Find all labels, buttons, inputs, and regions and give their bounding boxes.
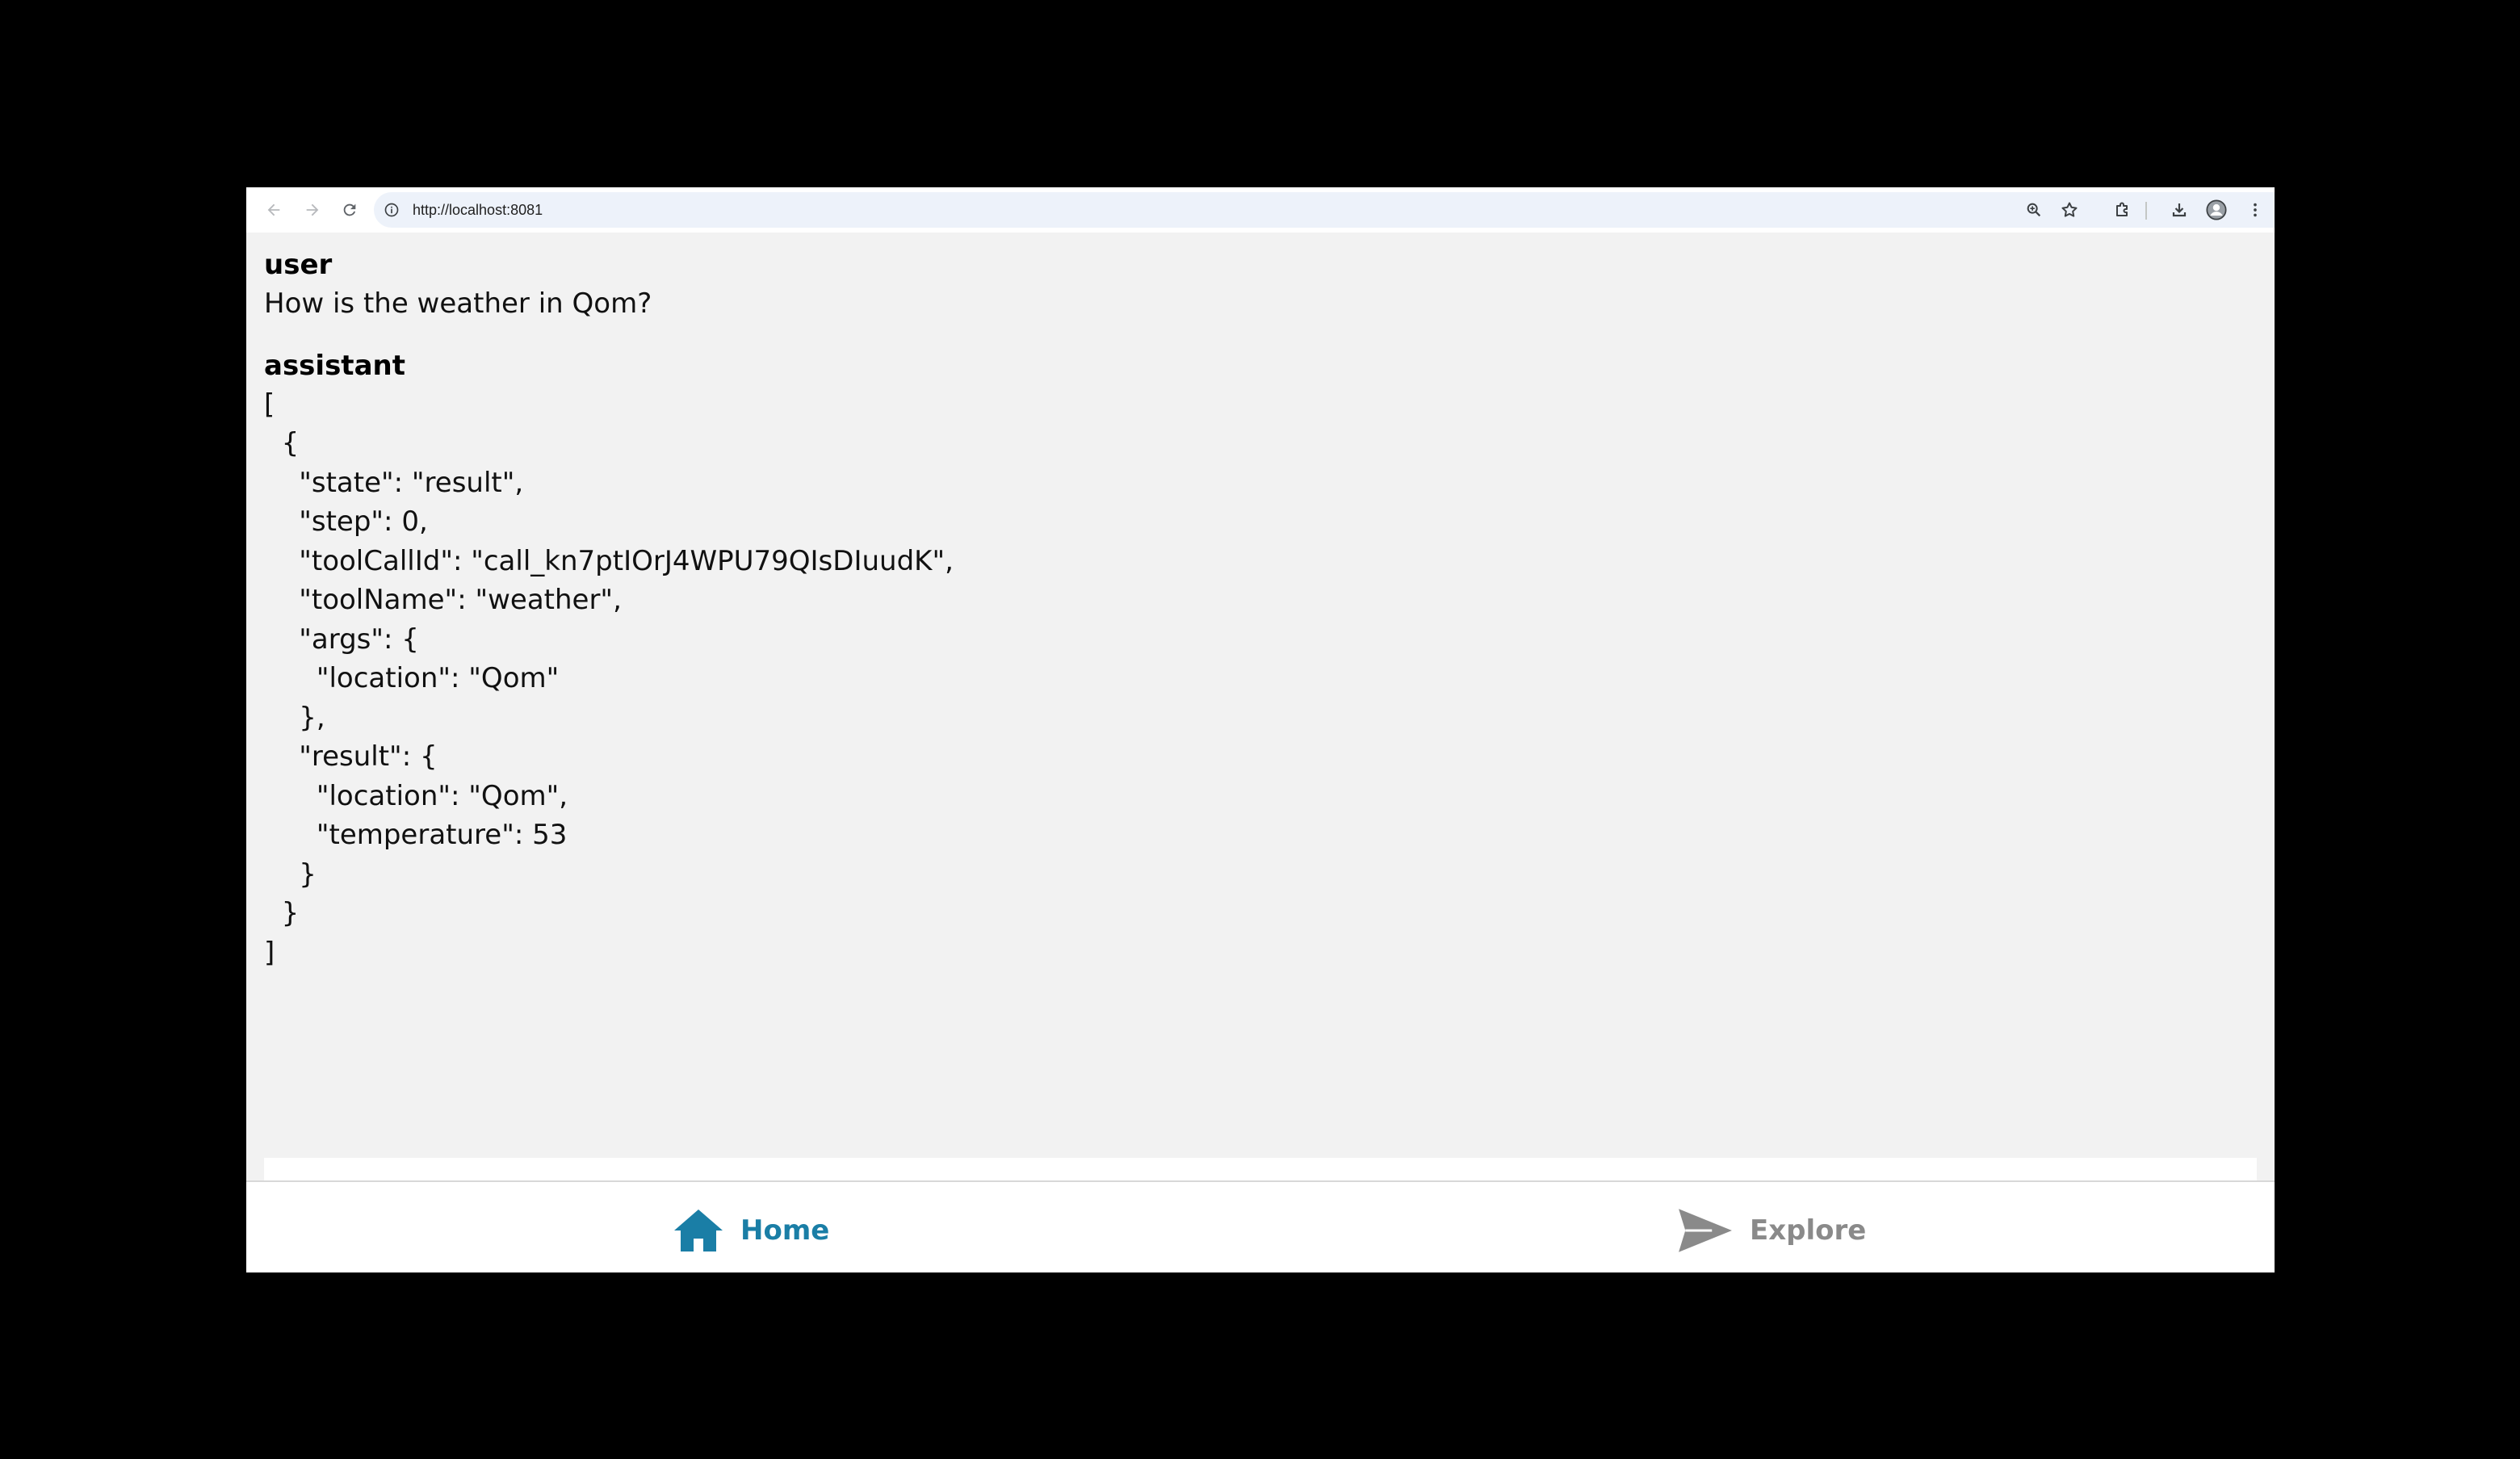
send-icon (1679, 1209, 1732, 1252)
zoom-button[interactable] (2019, 195, 2048, 224)
tab-home[interactable]: Home (673, 1206, 829, 1255)
chat-transcript: user How is the weather in Qom? assistan… (264, 245, 2258, 995)
downloads-button[interactable] (2165, 195, 2194, 224)
avatar-icon (2206, 199, 2227, 220)
toolbar-divider (2145, 202, 2147, 220)
message-role: user (264, 249, 333, 281)
browser-menu-button[interactable] (2241, 195, 2270, 224)
arrow-right-icon (306, 203, 319, 216)
profile-button[interactable] (2202, 195, 2231, 224)
message-content: [ { "state": "result", "step": 0, "toolC… (264, 388, 954, 969)
tab-explore[interactable]: Explore (1677, 1206, 1866, 1255)
chat-input[interactable] (264, 1158, 2257, 1182)
tab-label: Explore (1750, 1214, 1867, 1247)
star-icon (2061, 202, 2078, 217)
puzzle-icon (2116, 202, 2128, 216)
message-content: How is the weather in Qom? (264, 287, 652, 320)
url-text[interactable]: http://localhost:8081 (413, 198, 543, 222)
info-icon (384, 203, 399, 217)
arrow-left-icon (267, 203, 280, 216)
kebab-menu-icon (2254, 203, 2257, 217)
forward-button[interactable] (296, 194, 329, 226)
message-role: assistant (264, 349, 405, 382)
browser-window: http://localhost:8081 user How is the we… (246, 187, 2275, 1272)
extensions-button[interactable] (2108, 195, 2137, 224)
home-icon (674, 1210, 723, 1251)
browser-toolbar: http://localhost:8081 (246, 187, 2275, 233)
address-bar[interactable] (374, 192, 2275, 228)
message-assistant: assistant [ { "state": "result", "step":… (264, 346, 2258, 973)
tab-label: Home (740, 1214, 830, 1247)
download-icon (2172, 203, 2187, 217)
message-user: user How is the weather in Qom? (264, 245, 2258, 324)
site-info-button[interactable] (380, 199, 403, 221)
bookmark-button[interactable] (2055, 195, 2084, 224)
reload-button[interactable] (333, 194, 366, 226)
zoom-icon (2027, 203, 2041, 217)
back-button[interactable] (258, 194, 290, 226)
reload-icon (343, 203, 356, 216)
bottom-tab-bar: Home Explore (246, 1180, 2275, 1272)
